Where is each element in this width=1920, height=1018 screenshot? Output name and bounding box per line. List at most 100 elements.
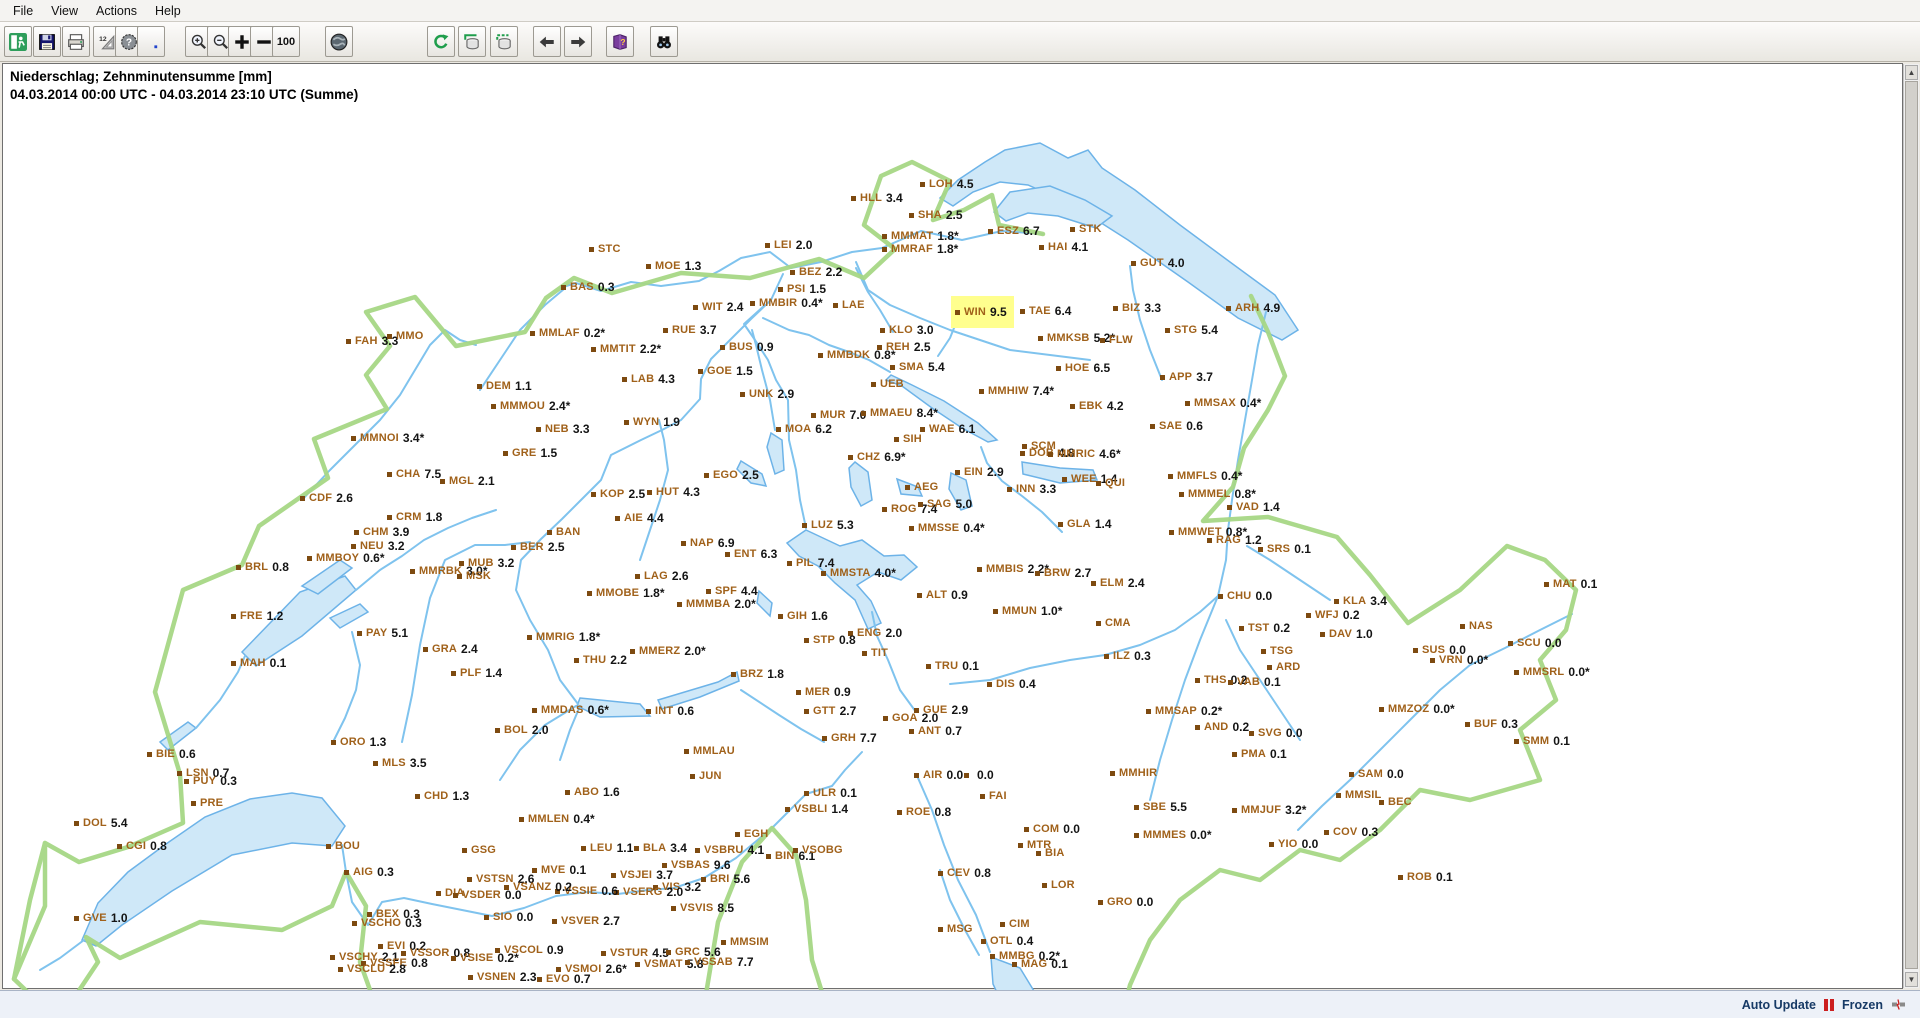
station-ANT[interactable]: ANT0.7 — [909, 724, 962, 738]
station-VSERG[interactable]: VSERG2.0 — [614, 885, 683, 899]
station-MMSIM[interactable]: MMSIM — [721, 936, 769, 948]
station-OTL[interactable]: OTL0.4 — [981, 934, 1033, 948]
station-MMHIW[interactable]: MMHIW7.4* — [979, 384, 1054, 398]
station-CHD[interactable]: CHD1.3 — [415, 789, 469, 803]
station-ENG[interactable]: ENG2.0 — [848, 626, 902, 640]
station-VSBRU[interactable]: VSBRU4.1 — [695, 843, 764, 857]
station-VSSAB[interactable]: VSSAB7.7 — [685, 955, 754, 969]
station-MSK[interactable]: MSK — [457, 570, 491, 582]
station-RUE[interactable]: RUE3.7 — [663, 323, 717, 337]
station-MMSAX[interactable]: MMSAX0.4* — [1185, 396, 1261, 410]
station-BRZ[interactable]: BRZ1.8 — [731, 667, 784, 681]
station-VSVER[interactable]: VSVER2.7 — [552, 914, 620, 928]
station-WFJ[interactable]: WFJ0.2 — [1306, 608, 1360, 622]
station-VSBLI[interactable]: VSBLI1.4 — [785, 802, 848, 816]
station-MMRIG[interactable]: MMRIG1.8* — [527, 630, 600, 644]
station-INN[interactable]: INN3.3 — [1007, 482, 1056, 496]
station-BAS[interactable]: BAS0.3 — [561, 280, 615, 294]
station-BAN[interactable]: BAN — [547, 526, 580, 538]
station-HLL[interactable]: HLL3.4 — [851, 191, 903, 205]
station-ENT[interactable]: ENT6.3 — [725, 547, 777, 561]
station-BRW[interactable]: BRW2.7 — [1035, 566, 1091, 580]
station-HOE[interactable]: HOE6.5 — [1056, 361, 1110, 375]
station-SBE[interactable]: SBE5.5 — [1134, 800, 1187, 814]
station-EBK[interactable]: EBK4.2 — [1070, 399, 1124, 413]
station-MMSTA[interactable]: MMSTA4.0* — [821, 566, 896, 580]
station-CRM[interactable]: CRM1.8 — [387, 510, 442, 524]
station-MMLAU[interactable]: MMLAU — [684, 745, 735, 757]
station-MMLEN[interactable]: MMLEN0.4* — [519, 812, 595, 826]
station-GRH[interactable]: GRH7.7 — [822, 731, 877, 745]
station-GUT[interactable]: GUT4.0 — [1131, 256, 1185, 270]
station-MMFLS[interactable]: MMFLS0.4* — [1168, 469, 1242, 483]
station-MMMEL[interactable]: MMMEL0.8* — [1179, 487, 1256, 501]
station-WYN[interactable]: WYN1.9 — [624, 415, 680, 429]
station-COV[interactable]: COV0.3 — [1324, 825, 1378, 839]
station-SHA[interactable]: SHA2.5 — [909, 208, 963, 222]
station-NEB[interactable]: NEB3.3 — [536, 422, 590, 436]
station-MUR[interactable]: MUR7.0 — [811, 408, 866, 422]
station-DEM[interactable]: DEM1.1 — [477, 379, 532, 393]
station-AIE[interactable]: AIE4.4 — [615, 511, 664, 525]
station-MAT[interactable]: MAT0.1 — [1544, 577, 1597, 591]
station-COM[interactable]: COM0.0 — [1024, 822, 1080, 836]
station-VSDER[interactable]: VSDER0.0 — [453, 888, 522, 902]
station-GRE[interactable]: GRE1.5 — [503, 446, 557, 460]
station-PAY[interactable]: PAY5.1 — [357, 626, 408, 640]
station-PLF[interactable]: PLF1.4 — [451, 666, 502, 680]
station-WAE[interactable]: WAE6.1 — [920, 422, 975, 436]
station-ILZ[interactable]: ILZ0.3 — [1104, 649, 1151, 663]
station-GUE[interactable]: GUE2.9 — [914, 703, 968, 717]
station-TRU[interactable]: TRU0.1 — [926, 659, 979, 673]
station-LUZ[interactable]: LUZ5.3 — [802, 518, 854, 532]
station-LOH[interactable]: LOH4.5 — [920, 177, 974, 191]
station-VSCHO[interactable]: VSCHO0.3 — [352, 916, 422, 930]
station-THU[interactable]: THU2.2 — [574, 653, 627, 667]
station-MMAEU[interactable]: MMAEU8.4* — [861, 406, 938, 420]
station-SCU[interactable]: SCU0.0 — [1508, 636, 1562, 650]
station-PSI[interactable]: PSI1.5 — [778, 282, 826, 296]
station-MMLAF[interactable]: MMLAF0.2* — [530, 326, 605, 340]
station-CMA[interactable]: CMA — [1096, 617, 1131, 629]
vertical-scrollbar[interactable]: ▲ ▼ — [1903, 64, 1919, 988]
station-PUY[interactable]: PUY0.3 — [184, 774, 237, 788]
station-AND[interactable]: AND0.2 — [1195, 720, 1249, 734]
station-SAM[interactable]: SAM0.0 — [1349, 767, 1404, 781]
station-LAB[interactable]: LAB4.3 — [622, 372, 675, 386]
station-FLW[interactable]: FLW — [1100, 334, 1133, 346]
station-AEG[interactable]: AEG — [905, 481, 938, 493]
station-AIG[interactable]: AIG0.3 — [344, 865, 394, 879]
station-MMOBE[interactable]: MMOBE1.8* — [587, 586, 665, 600]
station-WIN[interactable]: WIN9.5 — [951, 296, 1014, 328]
station-STG[interactable]: STG5.4 — [1165, 323, 1218, 337]
station-GVE[interactable]: GVE1.0 — [74, 911, 128, 925]
station-EIN[interactable]: EIN2.9 — [955, 465, 1004, 479]
station-RAG[interactable]: RAG1.2 — [1207, 533, 1262, 547]
station-ULR[interactable]: ULR0.1 — [804, 786, 857, 800]
scroll-up-icon[interactable]: ▲ — [1905, 65, 1918, 80]
station-GRA[interactable]: GRA2.4 — [423, 642, 478, 656]
station-MER[interactable]: MER0.9 — [796, 685, 851, 699]
station-MMHIR[interactable]: MMHIR — [1110, 767, 1157, 779]
station-BEZ[interactable]: BEZ2.2 — [790, 265, 842, 279]
station-ROB[interactable]: ROB0.1 — [1398, 870, 1453, 884]
station-MMERZ[interactable]: MMERZ2.0* — [630, 644, 706, 658]
station-VSOBG[interactable]: VSOBG — [793, 844, 843, 856]
scrollbar-thumb[interactable] — [1905, 81, 1918, 969]
station-EGH[interactable]: EGH — [735, 828, 768, 840]
station-MOA[interactable]: MOA6.2 — [776, 422, 832, 436]
station-MMTIT[interactable]: MMTIT2.2* — [591, 342, 661, 356]
station-CHA[interactable]: CHA7.5 — [387, 467, 441, 481]
station-CEV[interactable]: CEV0.8 — [938, 866, 991, 880]
station-SMM[interactable]: SMM0.1 — [1514, 734, 1570, 748]
pause-icon[interactable] — [1824, 999, 1834, 1011]
station-BLA[interactable]: BLA3.4 — [634, 841, 687, 855]
station-CHU[interactable]: CHU0.0 — [1218, 589, 1272, 603]
station-VSVIS[interactable]: VSVIS8.5 — [671, 901, 734, 915]
station-DAV[interactable]: DAV1.0 — [1320, 627, 1373, 641]
station-SRS[interactable]: SRS0.1 — [1258, 542, 1311, 556]
station-DIS[interactable]: DIS0.4 — [987, 677, 1036, 691]
station-WIT[interactable]: WIT2.4 — [693, 300, 743, 314]
station-UNK[interactable]: UNK2.9 — [740, 387, 794, 401]
station-MMO[interactable]: MMO — [387, 330, 423, 342]
